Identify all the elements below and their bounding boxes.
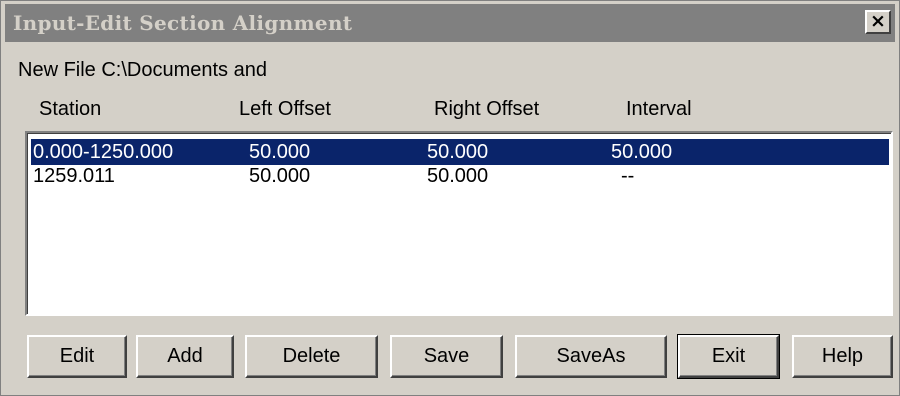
save-button[interactable]: Save [390, 335, 503, 378]
close-button[interactable]: × [865, 10, 891, 34]
save-as-button[interactable]: SaveAs [515, 335, 667, 378]
add-button[interactable]: Add [136, 335, 234, 378]
exit-button[interactable]: Exit [677, 334, 780, 379]
window-title: Input-Edit Section Alignment [13, 11, 353, 35]
interval-cell: -- [621, 165, 635, 187]
dialog-window: Input-Edit Section Alignment × New File … [0, 0, 900, 396]
edit-button[interactable]: Edit [27, 335, 127, 378]
file-path-label: New File C:\Documents and [18, 59, 267, 81]
right-offset-cell: 50.000 [427, 141, 489, 163]
station-cell: 1259.011 [33, 165, 115, 187]
help-button[interactable]: Help [792, 335, 893, 378]
alignment-list[interactable]: 0.000-1250.000 50.000 50.000 50.000 1259… [25, 131, 893, 316]
list-row[interactable]: 1259.011 50.000 50.000 -- [31, 163, 889, 189]
right-offset-cell: 50.000 [427, 165, 489, 187]
delete-button[interactable]: Delete [245, 335, 378, 378]
station-cell: 0.000-1250.000 [33, 141, 174, 163]
interval-cell: 50.000 [611, 141, 673, 163]
column-header-right-offset: Right Offset [434, 98, 540, 120]
left-offset-cell: 50.000 [249, 165, 311, 187]
column-header-left-offset: Left Offset [239, 98, 331, 120]
title-bar[interactable]: Input-Edit Section Alignment × [5, 4, 895, 42]
close-icon: × [870, 10, 886, 32]
left-offset-cell: 50.000 [249, 141, 311, 163]
column-header-station: Station [39, 98, 102, 120]
list-row[interactable]: 0.000-1250.000 50.000 50.000 50.000 [31, 139, 889, 165]
column-header-interval: Interval [626, 98, 692, 120]
